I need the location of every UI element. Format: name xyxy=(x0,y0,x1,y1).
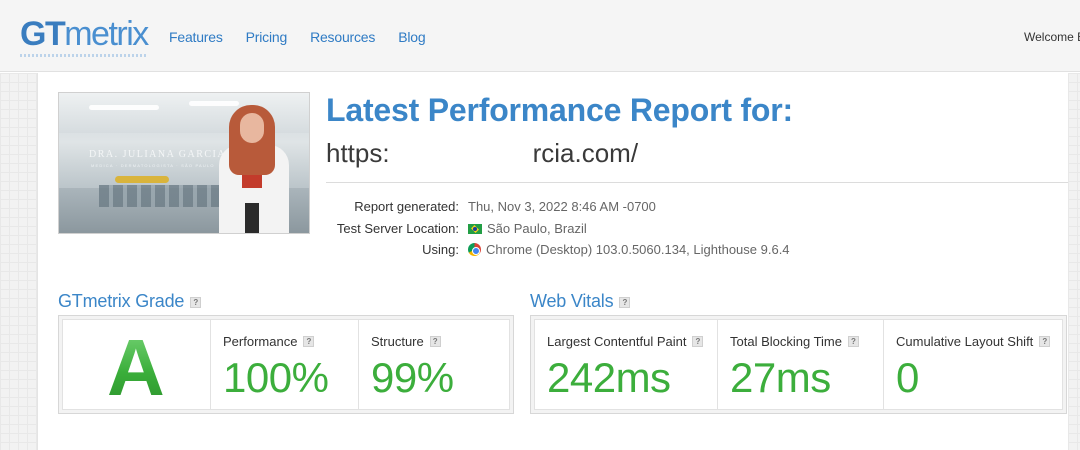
main-nav: Features Pricing Resources Blog xyxy=(169,29,448,45)
report-url-suffix: rcia.com/ xyxy=(532,138,639,168)
lcp-value: 242ms xyxy=(547,354,671,401)
structure-label: Structure xyxy=(371,334,424,349)
nav-link-pricing[interactable]: Pricing xyxy=(246,29,288,45)
logo-underline-decoration xyxy=(20,54,146,57)
structure-value: 99% xyxy=(371,354,454,401)
performance-help-icon[interactable]: ? xyxy=(303,336,315,347)
report-divider xyxy=(326,182,1068,183)
lcp-label: Largest Contentful Paint xyxy=(547,334,687,349)
thumb-person-face xyxy=(240,113,264,143)
grade-panel: A Performance? 100% Structure? 99% xyxy=(58,315,514,414)
structure-help-icon[interactable]: ? xyxy=(429,336,441,347)
tbt-cell: Total Blocking Time? 27ms xyxy=(718,320,884,409)
cls-cell: Cumulative Layout Shift? 0 xyxy=(884,320,1062,409)
meta-label: Using: xyxy=(422,242,459,257)
left-background-pattern xyxy=(0,73,38,450)
thumb-brand-text: DRA. JULIANA GARCIA xyxy=(89,149,227,160)
lcp-cell: Largest Contentful Paint? 242ms xyxy=(535,320,718,409)
grade-letter: A xyxy=(107,323,165,412)
thumb-brand-subtext: MEDICA · DERMATOLOGISTA · SÃO PAULO xyxy=(91,163,215,168)
report-title: Latest Performance Report for: xyxy=(326,92,793,128)
thumb-chairs xyxy=(99,185,229,207)
cls-value: 0 xyxy=(896,354,919,401)
structure-cell: Structure? 99% xyxy=(359,320,509,409)
tbt-value: 27ms xyxy=(730,354,831,401)
grade-help-icon[interactable]: ? xyxy=(190,297,202,308)
chrome-icon xyxy=(468,243,481,256)
meta-date-text: Thu, Nov 3, 2022 8:46 AM -0700 xyxy=(468,199,656,214)
web-vitals-heading: Web Vitals? xyxy=(530,291,631,312)
grade-title-text: GTmetrix Grade xyxy=(58,291,185,311)
nav-link-features[interactable]: Features xyxy=(169,29,223,45)
performance-label: Performance xyxy=(223,334,298,349)
performance-label-wrap: Performance? xyxy=(223,334,315,349)
thumb-person-legs xyxy=(245,203,259,233)
meta-value-date: Thu, Nov 3, 2022 8:46 AM -0700 xyxy=(468,199,656,214)
cls-label: Cumulative Layout Shift xyxy=(896,334,1034,349)
tbt-label: Total Blocking Time xyxy=(730,334,842,349)
nav-link-blog[interactable]: Blog xyxy=(398,29,425,45)
meta-label: Report generated: xyxy=(354,199,459,214)
performance-cell: Performance? 100% xyxy=(211,320,359,409)
structure-label-wrap: Structure? xyxy=(371,334,441,349)
top-navigation-bar: GTmetrix Features Pricing Resources Blog… xyxy=(0,0,1080,72)
lcp-label-wrap: Largest Contentful Paint? xyxy=(547,334,704,349)
vitals-help-icon[interactable]: ? xyxy=(619,297,631,308)
thumb-cta-pill xyxy=(115,176,169,183)
meta-value-location: São Paulo, Brazil xyxy=(468,221,587,236)
thumb-lamp xyxy=(189,101,239,106)
vitals-title-text: Web Vitals xyxy=(530,291,614,311)
performance-value: 100% xyxy=(223,354,329,401)
meta-label: Test Server Location: xyxy=(336,220,459,236)
gtmetrix-grade-heading: GTmetrix Grade? xyxy=(58,291,202,312)
grade-panel-inner: A Performance? 100% Structure? 99% xyxy=(62,319,510,412)
logo-metrix-text: metrix xyxy=(64,15,149,53)
vitals-panel-inner: Largest Contentful Paint? 242ms Total Bl… xyxy=(534,319,1063,410)
cls-help-icon[interactable]: ? xyxy=(1039,336,1051,347)
gtmetrix-logo[interactable]: GTmetrix xyxy=(20,14,149,54)
welcome-user-text[interactable]: Welcome B xyxy=(1024,30,1080,44)
url-redaction-blur xyxy=(398,138,528,172)
tbt-label-wrap: Total Blocking Time? xyxy=(730,334,859,349)
nav-link-resources[interactable]: Resources xyxy=(310,29,375,45)
logo-gt-text: GT xyxy=(20,15,66,53)
tbt-help-icon[interactable]: ? xyxy=(848,336,859,347)
report-url-prefix: https: xyxy=(326,138,390,168)
meta-value-browser: Chrome (Desktop) 103.0.5060.134, Lightho… xyxy=(468,242,790,257)
cls-label-wrap: Cumulative Layout Shift? xyxy=(896,334,1051,349)
right-background-pattern xyxy=(1068,73,1080,450)
thumb-lamp xyxy=(89,105,159,110)
web-vitals-panel: Largest Contentful Paint? 242ms Total Bl… xyxy=(530,315,1067,414)
meta-browser-text: Chrome (Desktop) 103.0.5060.134, Lightho… xyxy=(486,242,790,257)
lcp-help-icon[interactable]: ? xyxy=(692,336,704,347)
brazil-flag-icon xyxy=(468,223,482,234)
meta-location-text: São Paulo, Brazil xyxy=(487,220,587,236)
grade-cell: A xyxy=(63,320,211,412)
